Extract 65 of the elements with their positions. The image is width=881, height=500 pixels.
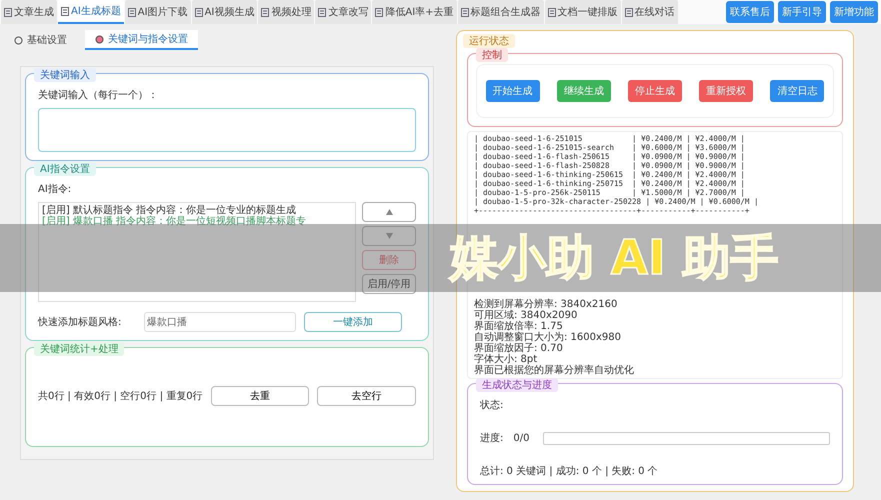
top-tab[interactable]: 文章改写 — [315, 0, 372, 24]
top-tab[interactable]: 文章生成 — [1, 0, 57, 24]
move-down-button[interactable] — [362, 226, 416, 246]
field-label: 快速添加标题风格: — [38, 316, 122, 329]
top-tab[interactable]: AI图片下载 — [124, 0, 191, 24]
top-tab[interactable]: AI视频生成 — [192, 0, 258, 24]
group-title: 生成状态与进度 — [476, 378, 558, 392]
document-icon — [128, 8, 136, 16]
keyword-input-field[interactable] — [38, 108, 416, 152]
document-icon — [61, 6, 69, 16]
document-icon — [4, 8, 12, 16]
control-button[interactable]: 停止生成 — [628, 80, 682, 102]
action-button[interactable]: 去重 — [210, 386, 310, 406]
control-button[interactable]: 重新授权 — [699, 80, 754, 102]
log-line: 界面缩放因子: 0.70 — [474, 343, 564, 354]
settings-tab[interactable]: 基础设置 — [4, 30, 77, 50]
document-icon — [548, 8, 556, 16]
log-line: 自动调整窗口大小为: 1600x980 — [474, 332, 622, 343]
document-icon — [375, 8, 384, 16]
group-title: 关键词统计+处理 — [34, 342, 124, 356]
up-arrow-icon — [386, 209, 392, 215]
top-tab[interactable]: 在线对话 — [622, 0, 678, 24]
top-tab[interactable]: AI生成标题 — [58, 0, 124, 24]
instruction-item[interactable]: [启用] 爆款口播 指令内容：你是一位短视频口播脚本标题专 — [42, 216, 352, 227]
action-button[interactable]: 去空行 — [317, 386, 416, 406]
group-title: 关键词输入 — [34, 68, 96, 82]
group-title: 控制 — [476, 48, 508, 62]
down-arrow-icon — [386, 233, 392, 239]
log-line: 可用区域: 3840x2090 — [474, 310, 578, 321]
header-button[interactable]: 新手引导 — [778, 1, 826, 23]
top-tab[interactable]: 降低AI率+去重 — [372, 0, 457, 24]
circle-icon — [14, 36, 23, 44]
style-input-field[interactable]: 爆款口播 — [144, 312, 296, 332]
progress-label: 进度: — [480, 432, 504, 445]
control-button[interactable]: 清空日志 — [770, 80, 824, 102]
instruction-item[interactable]: [启用] 默认标题指令 指令内容：你是一位专业的标题生成 — [42, 205, 352, 216]
move-up-button[interactable] — [362, 202, 416, 222]
status-label: 状态: — [480, 398, 504, 412]
control-button[interactable]: 开始生成 — [486, 80, 540, 102]
document-icon — [624, 8, 633, 16]
document-icon — [460, 8, 469, 16]
document-icon — [318, 8, 326, 16]
settings-tab[interactable]: 关键词与指令设置 — [85, 30, 198, 50]
log-line: 界面已根据您的屏幕分辨率自动优化 — [474, 365, 635, 376]
top-tab[interactable]: 文档一键排版 — [544, 0, 621, 24]
document-icon — [261, 8, 270, 16]
log-line: 界面缩放倍率: 1.75 — [474, 321, 564, 332]
panel-title: 运行状态 — [463, 34, 515, 48]
quick-add-button[interactable]: 一键添加 — [304, 312, 402, 332]
instruction-list[interactable]: [启用] 默认标题指令 指令内容：你是一位专业的标题生成 [启用] 爆款口播 指令内容：你是一位短视频口播脚本标题专 — [38, 202, 356, 302]
totals-text: 总计: 0 关键词 | 成功: 0 个 | 失败: 0 个 — [480, 464, 659, 478]
top-tab[interactable]: 标题组合生成器 — [458, 0, 544, 24]
field-label: 关键词输入（每行一个）： — [38, 88, 159, 102]
log-line: 字体大小: 8pt — [474, 354, 538, 365]
group-title: AI指令设置 — [34, 162, 96, 176]
log-line: 检测到屏幕分辨率: 3840x2160 — [474, 299, 618, 310]
circle-icon — [95, 34, 104, 44]
field-label: AI指令: — [38, 182, 72, 196]
top-tab[interactable]: 视频处理 — [258, 0, 314, 24]
document-icon — [194, 8, 203, 16]
progress-count: 0/0 — [513, 432, 530, 444]
header-button[interactable]: 新增功能 — [830, 1, 878, 23]
header-button[interactable]: 联系售后 — [726, 1, 774, 23]
stats-text: 共0行 | 有效0行 | 空行0行 | 重复0行 — [38, 390, 203, 403]
toggle-button[interactable]: 启用/停用 — [362, 274, 416, 294]
